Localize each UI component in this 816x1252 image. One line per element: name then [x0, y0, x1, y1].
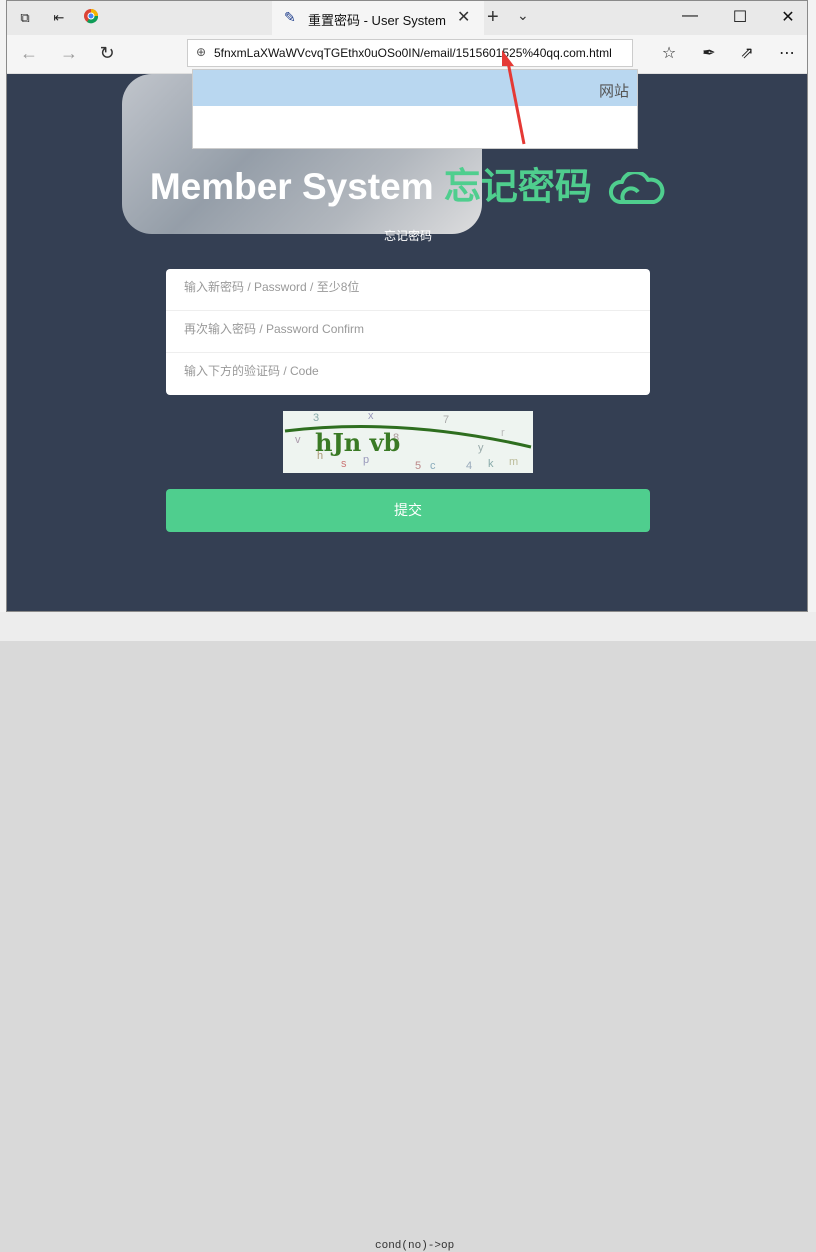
- svg-text:r: r: [501, 427, 505, 439]
- confirm-password-input[interactable]: [182, 321, 626, 337]
- svg-text:y: y: [478, 442, 484, 454]
- address-suggestion-dropdown: 网站: [192, 69, 638, 149]
- address-bar[interactable]: ⊕ 5fnxmLaXWaWVcvqTGEthx0uOSo0IN/email/15…: [187, 39, 633, 67]
- code-field-row: [166, 353, 650, 395]
- address-url[interactable]: 5fnxmLaXWaWVcvqTGEthx0uOSo0IN/email/1515…: [214, 46, 612, 60]
- confirm-field-row: [166, 311, 650, 353]
- verification-code-input[interactable]: [182, 363, 626, 379]
- star-icon[interactable]: ☆: [657, 43, 681, 63]
- minimize-icon[interactable]: —: [675, 7, 705, 25]
- set-tabs-aside-icon[interactable]: ⇤: [49, 8, 69, 28]
- captcha-text: hJn vb: [315, 428, 400, 457]
- back-arrow-icon[interactable]: ←: [17, 43, 41, 64]
- pin-icon: ✎: [284, 9, 296, 25]
- title-bar: ⧉ ⇤ ✎ 重置密码 - User System ✕ + ⌄ — ☐ ✕: [7, 1, 807, 35]
- tab-active[interactable]: ✎ 重置密码 - User System ✕: [272, 1, 484, 35]
- svg-text:m: m: [509, 456, 518, 468]
- page-subtitle: 忘记密码: [383, 229, 432, 243]
- pen-icon[interactable]: ✒: [697, 43, 721, 63]
- tab-title: 重置密码 - User System: [308, 13, 446, 28]
- refresh-icon[interactable]: ↻: [95, 43, 119, 64]
- title-green: 忘记密码: [443, 166, 592, 207]
- page-title: Member System 忘记密码: [0, 156, 816, 210]
- svg-text:4: 4: [466, 460, 472, 472]
- svg-text:5: 5: [415, 460, 421, 472]
- svg-text:7: 7: [443, 414, 449, 426]
- svg-text:x: x: [368, 411, 374, 422]
- more-icon[interactable]: ⋯: [775, 43, 799, 63]
- cloud-icon: [609, 172, 665, 205]
- svg-text:k: k: [488, 458, 494, 470]
- svg-text:v: v: [295, 434, 301, 446]
- reset-form: [166, 269, 650, 395]
- suggestion-label: 网站: [598, 83, 629, 100]
- svg-text:c: c: [430, 460, 436, 472]
- captcha-image[interactable]: 3xv hsp 5c4 krm 78y hJn vb: [283, 411, 533, 473]
- maximize-icon[interactable]: ☐: [725, 7, 755, 27]
- share-icon[interactable]: ⇗: [735, 43, 759, 63]
- close-window-icon[interactable]: ✕: [773, 7, 803, 27]
- new-password-input[interactable]: [182, 279, 626, 295]
- title-white: Member System: [149, 166, 434, 207]
- background-code-snippet: cond(no)->op: [375, 1240, 455, 1252]
- forward-arrow-icon[interactable]: →: [57, 43, 81, 64]
- submit-button[interactable]: 提交: [166, 489, 650, 532]
- new-tab-icon[interactable]: +: [487, 6, 499, 29]
- password-field-row: [166, 269, 650, 311]
- background-desktop-bottom: cond(no)->op: [0, 612, 816, 1252]
- close-tab-icon[interactable]: ✕: [457, 7, 470, 27]
- chrome-app-icon[interactable]: [81, 8, 101, 28]
- svg-text:3: 3: [313, 412, 319, 424]
- suggestion-row[interactable]: 网站: [193, 70, 637, 106]
- tab-actions-icon[interactable]: ⧉: [15, 8, 35, 28]
- background-desktop-right: [808, 0, 816, 641]
- svg-text:s: s: [341, 458, 347, 470]
- chevron-down-icon[interactable]: ⌄: [517, 7, 529, 24]
- globe-icon: ⊕: [196, 45, 207, 59]
